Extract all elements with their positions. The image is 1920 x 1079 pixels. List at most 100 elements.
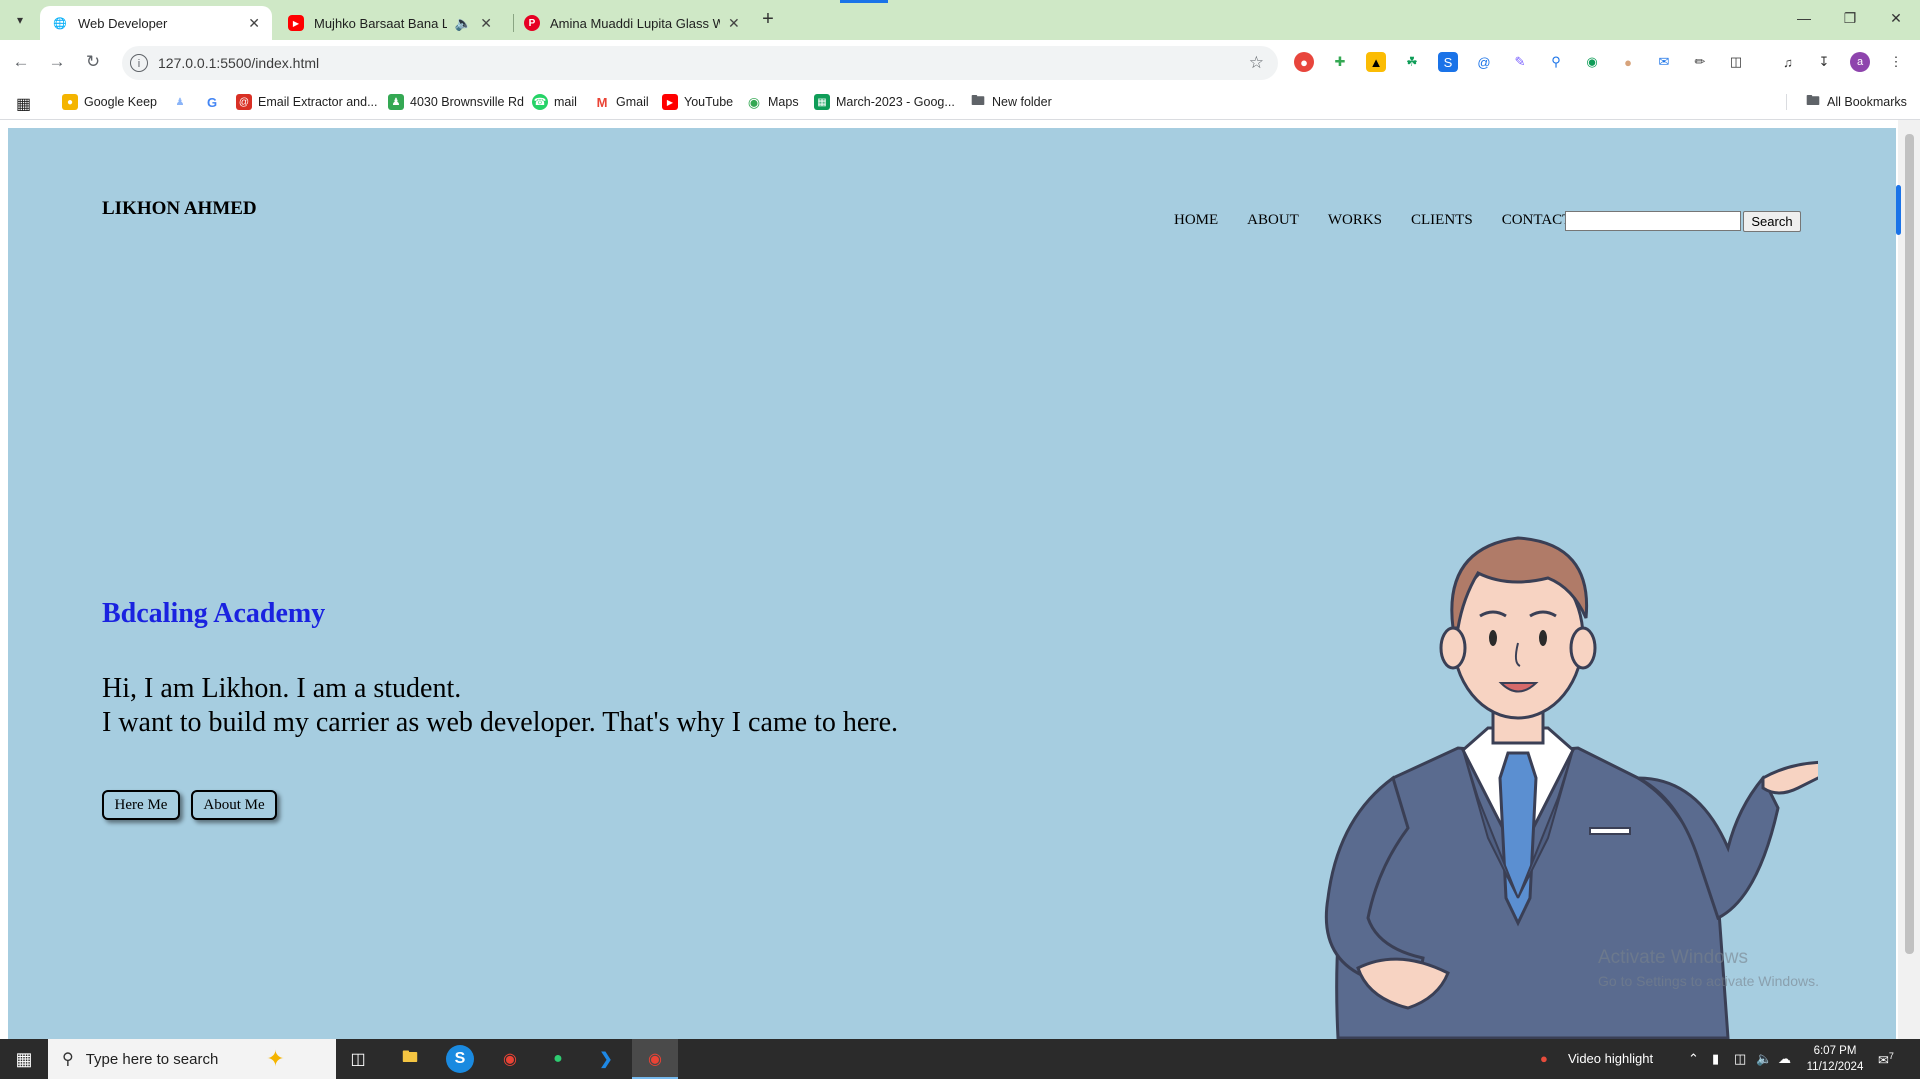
whatsapp-icon: ☎ xyxy=(532,94,548,110)
drive-extension-icon[interactable]: ▲ xyxy=(1366,52,1386,72)
chrome-icon[interactable]: ◉ xyxy=(496,1045,524,1073)
tab-web-developer[interactable]: 🌐 Web Developer ✕ xyxy=(40,6,272,40)
academy-heading: Bdcaling Academy xyxy=(102,598,326,629)
search-input[interactable] xyxy=(1565,211,1741,231)
new-tab-button[interactable]: + xyxy=(756,8,780,31)
site-logo[interactable]: LIKHON AHMED xyxy=(102,198,257,220)
side-panel-indicator xyxy=(1896,185,1901,235)
pen-extension-icon[interactable]: ✎ xyxy=(1510,52,1530,72)
minimize-button[interactable]: — xyxy=(1794,10,1814,26)
about-me-button[interactable]: About Me xyxy=(191,790,277,820)
cookie-extension-icon[interactable]: ● xyxy=(1618,52,1638,72)
vscode-icon[interactable]: ❯ xyxy=(592,1045,620,1073)
folder-icon: 🖿 xyxy=(1806,92,1820,108)
cloud-icon[interactable]: ☁ xyxy=(1778,1051,1791,1067)
apps-grid-icon[interactable]: ▦ xyxy=(16,94,31,114)
main-nav: HOME ABOUT WORKS CLIENTS CONTACT xyxy=(1174,212,1600,229)
task-view-icon[interactable]: ◫ xyxy=(344,1045,372,1073)
media-controls-icon[interactable]: ♫ xyxy=(1778,52,1798,72)
file-explorer-icon[interactable]: 🖿 xyxy=(396,1045,424,1073)
notification-count: 7 xyxy=(1888,1051,1894,1061)
nba-icon[interactable]: ● xyxy=(1540,1051,1548,1066)
url-text[interactable]: 127.0.0.1:5500/index.html xyxy=(158,55,319,71)
tab-title: Amina Muaddi Lupita Glass We xyxy=(550,15,720,31)
bookmark-label: Email Extractor and... xyxy=(258,95,378,109)
mail-extension-icon[interactable]: ✉ xyxy=(1654,52,1674,72)
windows-taskbar: ▦ ⚲ Type here to search ✦ ◫ 🖿 S ◉ ● ❯ ◉ … xyxy=(0,1039,1920,1079)
tab-title: Mujhko Barsaat Bana Lo Full xyxy=(314,15,447,31)
plus-extension-icon[interactable]: ✚ xyxy=(1330,52,1350,72)
nav-clients[interactable]: CLIENTS xyxy=(1411,212,1473,229)
back-button[interactable]: ← xyxy=(10,52,32,72)
browser-menu-icon[interactable]: ⋮ xyxy=(1886,52,1906,72)
bookmark-google-keep[interactable]: ● Google Keep xyxy=(62,94,157,110)
reload-button[interactable]: ↻ xyxy=(82,52,104,72)
browser-toolbar: ← → ↻ i 127.0.0.1:5500/index.html ☆ ● ✚ … xyxy=(0,40,1920,86)
chrome-active-icon[interactable]: ◉ xyxy=(641,1045,669,1073)
close-icon[interactable]: ✕ xyxy=(480,15,492,32)
close-window-button[interactable]: ✕ xyxy=(1886,10,1906,27)
bookmark-new-folder[interactable]: 🖿 New folder xyxy=(970,92,1052,110)
bookmark-brownsville[interactable]: ♟ 4030 Brownsville Rd xyxy=(388,94,524,110)
battery-icon[interactable]: ▮ xyxy=(1712,1051,1719,1067)
tab-pinterest[interactable]: P Amina Muaddi Lupita Glass We ✕ xyxy=(512,6,752,40)
at-extension-icon[interactable]: @ xyxy=(1474,52,1494,72)
bookmark-star-icon[interactable]: ☆ xyxy=(1249,53,1264,73)
email-extractor-icon: @ xyxy=(236,94,252,110)
chevron-up-icon[interactable]: ⌃ xyxy=(1688,1051,1699,1067)
puzzle-extensions-icon[interactable]: ◫ xyxy=(1726,52,1746,72)
bookmark-person[interactable]: ♟ xyxy=(172,94,194,110)
profile-avatar-icon[interactable]: a xyxy=(1850,52,1870,72)
site-info-icon[interactable]: i xyxy=(130,54,148,72)
group-extension-icon[interactable]: ☘ xyxy=(1402,52,1422,72)
bookmark-sheets[interactable]: ▦ March-2023 - Goog... xyxy=(814,94,955,110)
volume-icon[interactable]: 🔈 xyxy=(1756,1051,1772,1067)
bookmark-google[interactable]: G xyxy=(204,94,226,110)
clock[interactable]: 6:07 PM 11/12/2024 xyxy=(1800,1043,1870,1075)
bookmark-youtube[interactable]: ▶ YouTube xyxy=(662,94,733,110)
address-bar[interactable]: i 127.0.0.1:5500/index.html ☆ xyxy=(122,46,1278,80)
forward-button[interactable]: → xyxy=(46,52,68,72)
restore-button[interactable]: ❐ xyxy=(1840,10,1860,27)
notification-icon[interactable]: ✉7 xyxy=(1878,1051,1894,1068)
page-viewport: LIKHON AHMED HOME ABOUT WORKS CLIENTS CO… xyxy=(8,128,1896,1039)
bookmark-label: Gmail xyxy=(616,95,649,109)
scrollbar-thumb[interactable] xyxy=(1905,134,1914,954)
pokeball-extension-icon[interactable]: ● xyxy=(1294,52,1314,72)
sparkle-icon: ✦ xyxy=(266,1046,285,1071)
tab-title: Web Developer xyxy=(78,15,168,31)
nav-about[interactable]: ABOUT xyxy=(1247,212,1299,229)
network-icon[interactable]: ◫ xyxy=(1734,1051,1746,1067)
bookmark-label: March-2023 - Goog... xyxy=(836,95,955,109)
all-bookmarks-label: All Bookmarks xyxy=(1827,95,1907,109)
s-extension-icon[interactable]: S xyxy=(1438,52,1458,72)
bookmark-mail[interactable]: ☎ mail xyxy=(532,94,577,110)
speaker-icon[interactable]: 🔈 xyxy=(455,15,472,32)
windows-start-icon[interactable]: ▦ xyxy=(0,1039,48,1079)
nav-contact[interactable]: CONTACT xyxy=(1502,212,1572,229)
edge-icon[interactable]: ● xyxy=(544,1045,572,1073)
bookmark-email-extractor[interactable]: @ Email Extractor and... xyxy=(236,94,378,110)
bookmark-label: New folder xyxy=(992,95,1052,109)
here-me-button[interactable]: Here Me xyxy=(102,790,180,820)
close-icon[interactable]: ✕ xyxy=(248,15,260,32)
skype-icon[interactable]: S xyxy=(446,1045,474,1073)
person-icon: ♟ xyxy=(175,96,185,108)
bookmark-maps[interactable]: ◉ Maps xyxy=(746,94,799,110)
video-highlight-label[interactable]: Video highlight xyxy=(1568,1051,1653,1066)
tab-search-button[interactable]: ▾ xyxy=(8,8,32,32)
nav-works[interactable]: WORKS xyxy=(1328,212,1382,229)
grammarly-extension-icon[interactable]: ◉ xyxy=(1582,52,1602,72)
nav-home[interactable]: HOME xyxy=(1174,212,1218,229)
zoom-extension-icon[interactable]: ⚲ xyxy=(1546,52,1566,72)
youtube-icon: ▶ xyxy=(288,15,304,31)
taskbar-search[interactable]: ⚲ Type here to search ✦ xyxy=(48,1039,336,1079)
sheets-icon: ▦ xyxy=(814,94,830,110)
bookmark-gmail[interactable]: M Gmail xyxy=(594,94,649,110)
all-bookmarks-button[interactable]: 🖿 All Bookmarks xyxy=(1786,92,1907,110)
tab-youtube[interactable]: ▶ Mujhko Barsaat Bana Lo Full 🔈 ✕ xyxy=(276,6,504,40)
download-icon[interactable]: ↧ xyxy=(1814,52,1834,72)
pencil-extension-icon[interactable]: ✏ xyxy=(1690,52,1710,72)
close-icon[interactable]: ✕ xyxy=(728,15,740,32)
search-button[interactable]: Search xyxy=(1743,211,1801,232)
